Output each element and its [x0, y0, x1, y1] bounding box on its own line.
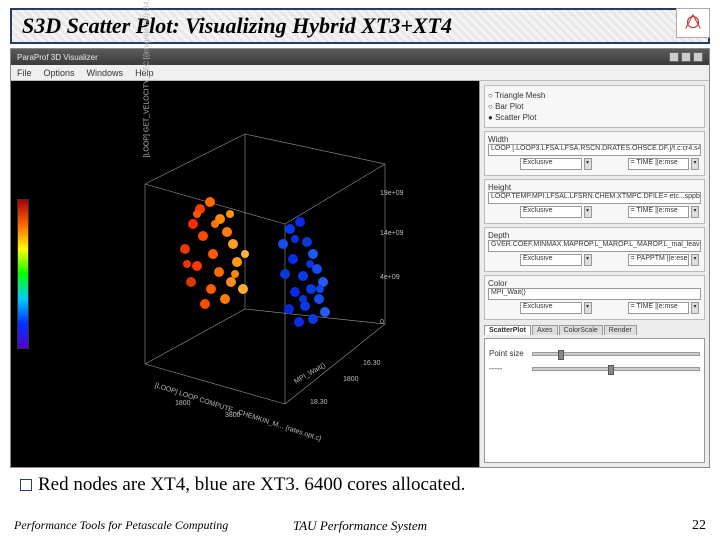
- caption: Red nodes are XT4, blue are XT3. 6400 co…: [20, 474, 706, 496]
- maximize-button[interactable]: [681, 52, 691, 62]
- footer: Performance Tools for Petascale Computin…: [0, 518, 720, 534]
- tab-scatterplot[interactable]: ScatterPlot: [484, 325, 531, 335]
- radio-triangle-mesh[interactable]: Triangle Mesh: [488, 91, 545, 100]
- axis-tick: 16.30: [363, 360, 381, 367]
- axis-tick: 3800: [225, 412, 241, 419]
- scatter3d[interactable]: [LOOP] GET_VELOCITY_VEC [{integrate.f90}…: [85, 124, 405, 424]
- bullet-square-icon: [20, 479, 32, 491]
- depth-metric-field[interactable]: GVER.COEF.MINMAX.MAPROP.L_MAROP.L_MAROP.…: [488, 240, 701, 252]
- color-label: Color: [488, 279, 701, 288]
- dropdown-icon[interactable]: ▾: [691, 302, 699, 314]
- tab-body: Point size -----: [484, 338, 705, 463]
- color-metric-field[interactable]: MPI_Wait(): [488, 288, 701, 300]
- tau-logo: [676, 8, 710, 38]
- tab-axes[interactable]: Axes: [532, 325, 558, 335]
- caption-text: Red nodes are XT4, blue are XT3. 6400 co…: [38, 474, 465, 495]
- slider2-label: -----: [489, 364, 529, 373]
- dropdown-icon[interactable]: ▾: [584, 302, 592, 314]
- axis-tick: 14e+09: [380, 230, 404, 237]
- height-metric-field[interactable]: LOOP.TEMP.MPI.LFSAL.LFSRN.CHEM.XTMPC.DFI…: [488, 192, 701, 204]
- minimize-button[interactable]: [669, 52, 679, 62]
- footer-left: Performance Tools for Petascale Computin…: [14, 518, 228, 533]
- menu-windows[interactable]: Windows: [87, 68, 124, 78]
- control-panel: Triangle Mesh Bar Plot Scatter Plot Widt…: [479, 81, 709, 467]
- axis-tick: 18.30: [310, 399, 328, 406]
- menu-options[interactable]: Options: [44, 68, 75, 78]
- page-number: 22: [692, 518, 706, 534]
- radio-scatter-plot[interactable]: Scatter Plot: [488, 113, 536, 122]
- slider2[interactable]: [532, 367, 700, 371]
- dropdown-icon[interactable]: ▾: [691, 206, 699, 218]
- title-bar: S3D Scatter Plot: Visualizing Hybrid XT3…: [10, 8, 710, 44]
- axis-tick: 0: [380, 319, 384, 326]
- depth-label: Depth: [488, 231, 701, 240]
- dropdown-icon[interactable]: ▾: [584, 158, 592, 170]
- width-value-select[interactable]: Exclusive: [520, 158, 582, 170]
- width-axis-group: Width LOOP [.LOOP3.LFSA.LFSA.RSCN.DRATES…: [484, 131, 705, 176]
- axis-tick: 1800: [175, 400, 191, 407]
- dropdown-icon[interactable]: ▾: [691, 158, 699, 170]
- options-tabs[interactable]: ScatterPlot Axes ColorScale Render: [484, 325, 705, 335]
- visualizer-window: ParaProf 3D Visualizer File Options Wind…: [10, 48, 710, 468]
- width-metric-field[interactable]: LOOP [.LOOP3.LFSA.LFSA.RSCN.DRATES.OHSCE…: [488, 144, 701, 156]
- radio-bar-plot[interactable]: Bar Plot: [488, 102, 524, 111]
- width-unit-select[interactable]: = TIME ||e:mse: [628, 158, 690, 170]
- tab-colorscale[interactable]: ColorScale: [559, 325, 603, 335]
- axis-tick: 4e+09: [380, 274, 400, 281]
- menu-file[interactable]: File: [17, 68, 32, 78]
- dropdown-icon[interactable]: ▾: [584, 254, 592, 266]
- mode-group: Triangle Mesh Bar Plot Scatter Plot: [484, 85, 705, 128]
- color-scale-bar: [17, 199, 29, 349]
- depth-unit-select[interactable]: = PAPPTM ||e:ese: [628, 254, 690, 266]
- color-unit-select[interactable]: = TIME ||e:mse: [628, 302, 690, 314]
- close-button[interactable]: [693, 52, 703, 62]
- tab-render[interactable]: Render: [604, 325, 637, 335]
- slide-title: S3D Scatter Plot: Visualizing Hybrid XT3…: [22, 13, 452, 38]
- height-value-select[interactable]: Exclusive: [520, 206, 582, 218]
- width-label: Width: [488, 135, 701, 144]
- depth-value-select[interactable]: Exclusive: [520, 254, 582, 266]
- pointsize-label: Point size: [489, 349, 529, 358]
- window-title: ParaProf 3D Visualizer: [17, 53, 98, 62]
- axis-tick: 1800: [343, 376, 359, 383]
- window-controls[interactable]: [669, 52, 703, 62]
- axis-y-label: [LOOP] GET_VELOCITY_VEC [{integrate.f90}…: [144, 0, 151, 158]
- dropdown-icon[interactable]: ▾: [584, 206, 592, 218]
- dropdown-icon[interactable]: ▾: [691, 254, 699, 266]
- footer-center: TAU Performance System: [293, 518, 427, 534]
- color-axis-group: Color MPI_Wait() Exclusive ▾ = TIME ||e:…: [484, 275, 705, 320]
- color-value-select[interactable]: Exclusive: [520, 302, 582, 314]
- height-unit-select[interactable]: = TIME ||e:mse: [628, 206, 690, 218]
- plot-viewport[interactable]: [LOOP] GET_VELOCITY_VEC [{integrate.f90}…: [11, 81, 479, 467]
- depth-axis-group: Depth GVER.COEF.MINMAX.MAPROP.L_MAROP.L_…: [484, 227, 705, 272]
- height-axis-group: Height LOOP.TEMP.MPI.LFSAL.LFSRN.CHEM.XT…: [484, 179, 705, 224]
- window-titlebar: ParaProf 3D Visualizer: [11, 49, 709, 65]
- height-label: Height: [488, 183, 701, 192]
- axis-tick: 19e+09: [380, 190, 404, 197]
- pointsize-slider[interactable]: [532, 352, 700, 356]
- menubar[interactable]: File Options Windows Help: [11, 65, 709, 81]
